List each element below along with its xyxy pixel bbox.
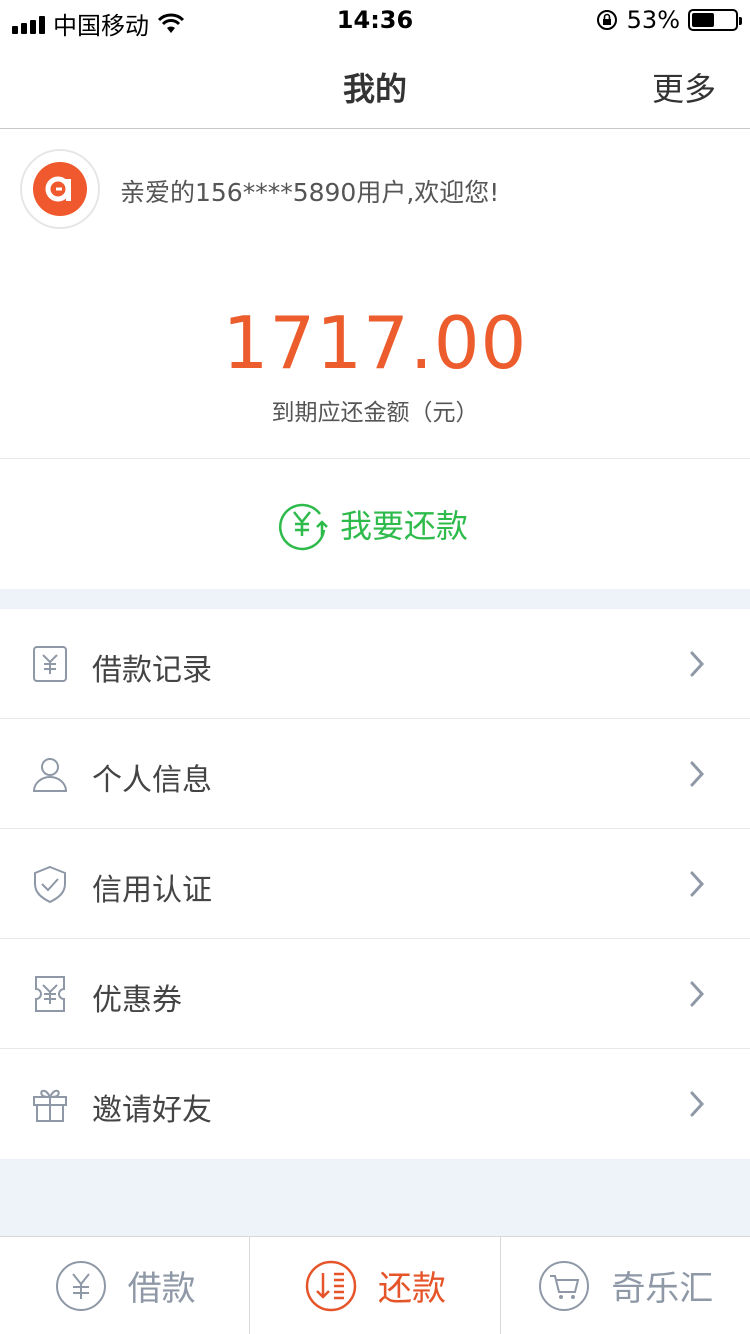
menu-item-label: 个人信息	[92, 763, 212, 798]
tab-label: 借款	[127, 1269, 196, 1309]
menu-list: 借款记录 个人信息 信用认证 优惠券 邀请好友	[0, 609, 750, 1159]
status-bar: 中国移动 14:36 53%	[0, 0, 750, 40]
menu-item-label: 借款记录	[92, 653, 212, 688]
account-summary-card: 亲爱的156****5890用户,欢迎您! 1717.00 到期应还金额（元） …	[0, 129, 750, 589]
due-amount: 1717.00	[222, 301, 528, 385]
menu-item-invite-friends[interactable]: 邀请好友	[0, 1049, 750, 1159]
menu-item-credit-verification[interactable]: 信用认证	[0, 829, 750, 939]
yen-circle-icon	[55, 1260, 106, 1311]
repay-circle-icon	[305, 1260, 357, 1311]
tab-loan[interactable]: 借款	[0, 1237, 249, 1334]
nav-bar: 我的 更多	[0, 40, 750, 129]
chevron-right-icon	[690, 651, 705, 677]
gift-icon	[33, 1089, 67, 1122]
menu-item-label: 邀请好友	[92, 1093, 212, 1128]
coupon-icon	[35, 976, 65, 1012]
yen-repay-icon	[279, 503, 328, 551]
page-title: 我的	[342, 70, 407, 108]
tab-qilehui[interactable]: 奇乐汇	[499, 1237, 750, 1334]
rotation-lock-icon	[596, 10, 617, 30]
chevron-right-icon	[690, 1091, 705, 1117]
battery-percent: 53%	[626, 6, 680, 34]
divider	[0, 458, 750, 459]
app-logo-icon	[33, 162, 87, 216]
tab-label: 奇乐汇	[611, 1269, 714, 1309]
menu-item-personal-info[interactable]: 个人信息	[0, 719, 750, 829]
menu-item-label: 优惠券	[92, 983, 182, 1018]
battery-icon	[688, 9, 742, 31]
status-right: 53%	[595, 6, 742, 34]
repay-button-label: 我要还款	[340, 507, 469, 545]
repay-button[interactable]: 我要还款	[276, 497, 468, 551]
tab-label: 还款	[377, 1269, 446, 1309]
due-amount-label: 到期应还金额（元）	[271, 400, 479, 426]
battery-fill	[692, 13, 715, 27]
tab-bar: 借款 还款 奇乐汇	[0, 1236, 750, 1334]
cart-circle-icon	[539, 1260, 590, 1311]
chevron-right-icon	[690, 981, 705, 1007]
menu-item-loan-records[interactable]: 借款记录	[0, 609, 750, 719]
menu-item-coupons[interactable]: 优惠券	[0, 939, 750, 1049]
menu-item-label: 信用认证	[92, 873, 212, 908]
more-button[interactable]: 更多	[652, 64, 716, 110]
avatar[interactable]	[20, 149, 100, 229]
loan-record-icon	[33, 646, 67, 682]
welcome-message: 亲爱的156****5890用户,欢迎您!	[120, 178, 500, 207]
shield-check-icon	[34, 865, 66, 904]
chevron-right-icon	[690, 871, 705, 897]
tab-repay[interactable]: 还款	[249, 1237, 499, 1334]
person-icon	[32, 758, 68, 792]
chevron-right-icon	[690, 761, 705, 787]
